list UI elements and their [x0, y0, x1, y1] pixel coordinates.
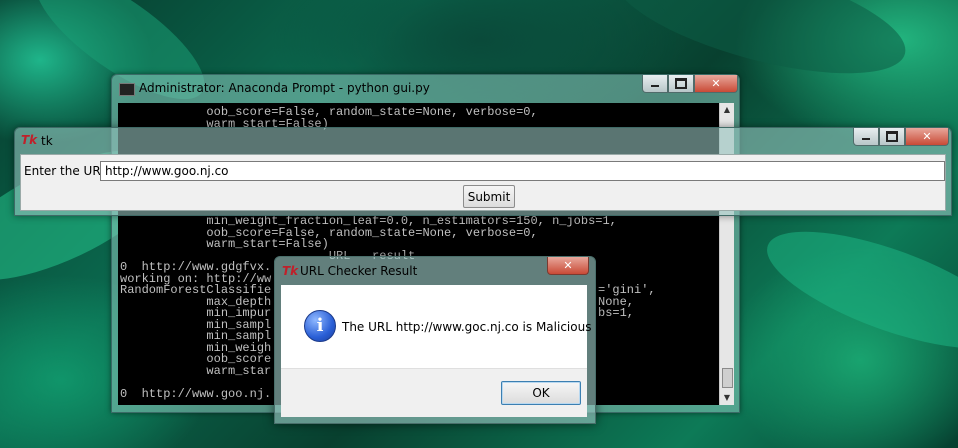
dialog-footer: OK	[281, 368, 587, 417]
minimize-icon	[651, 85, 659, 87]
console-app-icon	[119, 83, 135, 96]
scrollbar-thumb[interactable]	[722, 368, 733, 388]
maximize-button[interactable]	[879, 128, 905, 146]
url-input[interactable]	[100, 161, 945, 181]
url-checker-result-dialog[interactable]: Tk URL Checker Result ✕ i The URL http:/…	[274, 256, 596, 424]
minimize-button[interactable]	[853, 128, 879, 146]
wallpaper-leaf	[754, 207, 958, 373]
ok-button[interactable]: OK	[501, 381, 581, 405]
close-button[interactable]: ✕	[905, 128, 949, 146]
tk-main-window[interactable]: Tk tk ✕ Enter the URL: Submit	[14, 127, 952, 216]
anaconda-prompt-titlebar[interactable]: Administrator: Anaconda Prompt - python …	[112, 75, 739, 103]
close-icon: ✕	[922, 130, 932, 143]
console-text-right: ='gini', None, bs=1,	[598, 283, 656, 320]
anaconda-prompt-caption-buttons: ✕	[642, 75, 738, 93]
tk-window-title: tk	[41, 134, 53, 148]
tk-titlebar[interactable]: Tk tk ✕	[15, 128, 951, 153]
dialog-body: i The URL http://www.goc.nj.co is Malici…	[281, 285, 591, 417]
dialog-title: URL Checker Result	[300, 264, 418, 278]
dialog-message: The URL http://www.goc.nj.co is Maliciou…	[342, 320, 592, 334]
close-button[interactable]: ✕	[694, 75, 738, 93]
close-icon: ✕	[563, 259, 573, 272]
anaconda-prompt-title: Administrator: Anaconda Prompt - python …	[139, 81, 430, 95]
minimize-button[interactable]	[642, 75, 668, 93]
maximize-icon	[675, 78, 687, 89]
scroll-down-arrow-icon[interactable]: ▼	[720, 391, 734, 405]
tk-feather-icon: Tk	[21, 133, 38, 147]
dialog-titlebar[interactable]: Tk URL Checker Result ✕	[275, 257, 595, 283]
url-label: Enter the URL:	[24, 164, 112, 178]
submit-button[interactable]: Submit	[463, 185, 515, 208]
maximize-icon	[886, 131, 898, 142]
minimize-icon	[862, 138, 870, 140]
information-icon: i	[304, 310, 336, 342]
tk-client-area: Enter the URL: Submit	[20, 154, 946, 211]
scroll-up-arrow-icon[interactable]: ▲	[720, 103, 734, 117]
tk-caption-buttons: ✕	[853, 128, 949, 146]
close-icon: ✕	[711, 77, 721, 90]
maximize-button[interactable]	[668, 75, 694, 93]
dialog-close-button[interactable]: ✕	[547, 257, 589, 275]
tk-feather-icon: Tk	[282, 264, 299, 278]
